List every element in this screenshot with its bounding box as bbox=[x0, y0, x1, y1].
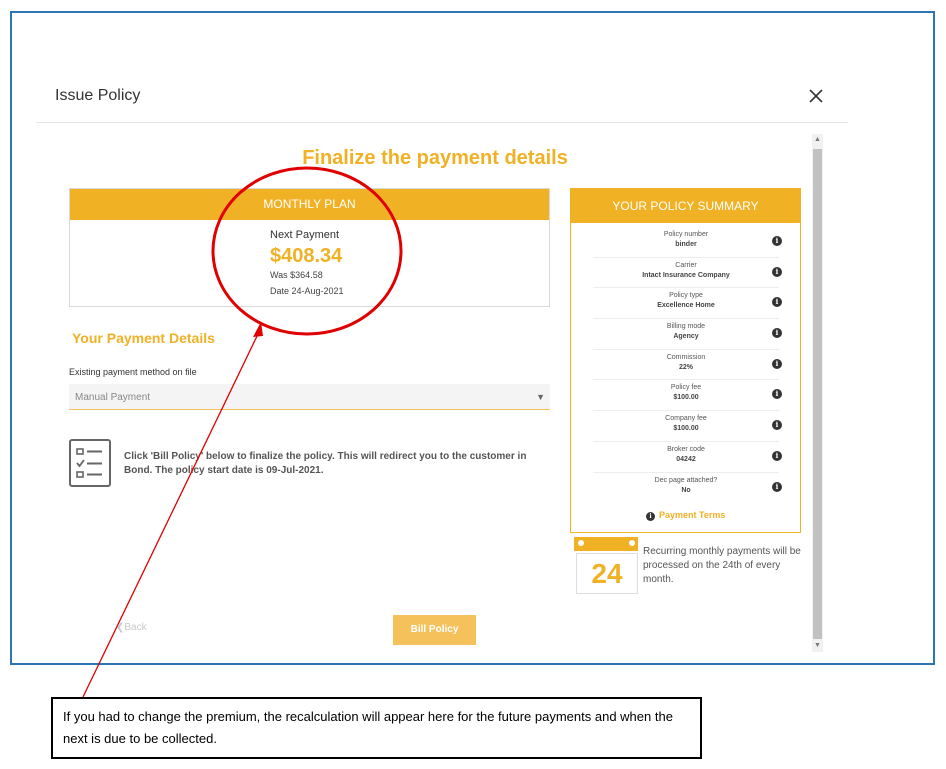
info-icon: i bbox=[646, 512, 655, 521]
back-button[interactable]: ❮Back bbox=[116, 622, 147, 633]
summary-row: Policy type Excellence Home i bbox=[593, 288, 782, 320]
payment-method-select[interactable]: Manual Payment ▼ bbox=[69, 384, 550, 410]
next-payment-amount: $408.34 bbox=[270, 245, 343, 267]
summary-row-label: Policy type bbox=[669, 292, 703, 300]
summary-row-label: Commission bbox=[666, 353, 706, 361]
info-icon[interactable]: i bbox=[772, 358, 782, 369]
payment-terms-link[interactable]: i Payment Terms bbox=[646, 510, 725, 521]
summary-row: Policy number binder i bbox=[593, 227, 782, 258]
annotation-callout: If you had to change the premium, the re… bbox=[51, 697, 702, 759]
checklist-icon bbox=[69, 439, 111, 487]
summary-row-label: Carrier bbox=[675, 261, 697, 269]
info-icon[interactable]: i bbox=[772, 481, 782, 492]
summary-row-label: Policy number bbox=[663, 231, 709, 238]
summary-row: Company fee $100.00 i bbox=[593, 411, 782, 442]
summary-row-label: Company fee bbox=[665, 415, 707, 423]
info-icon[interactable]: i bbox=[772, 328, 782, 339]
scroll-down-icon[interactable]: ▼ bbox=[814, 642, 821, 650]
summary-row-value: $100.00 bbox=[673, 394, 699, 402]
caret-down-icon: ▼ bbox=[536, 392, 545, 402]
summary-row: Carrier Intact Insurance Company i bbox=[593, 258, 782, 289]
calendar-day: 24 bbox=[576, 553, 638, 594]
bill-policy-button[interactable]: Bill Policy bbox=[393, 615, 476, 645]
payment-method-label: Existing payment method on file bbox=[69, 367, 197, 377]
page-heading: Finalize the payment details bbox=[302, 147, 568, 169]
calendar-ring bbox=[578, 540, 584, 546]
summary-row-value: binder bbox=[675, 241, 697, 248]
next-payment-label: Next Payment bbox=[270, 229, 340, 241]
summary-row-value: No bbox=[681, 486, 691, 494]
summary-row: Billing mode Agency i bbox=[593, 319, 782, 350]
scrollbar[interactable]: ▲ ▼ bbox=[812, 134, 823, 652]
scroll-up-icon[interactable]: ▲ bbox=[814, 136, 821, 144]
info-icon[interactable]: i bbox=[772, 450, 782, 461]
info-icon[interactable]: i bbox=[772, 266, 782, 277]
finalize-info-text: Click 'Bill Policy' below to finalize th… bbox=[124, 451, 527, 476]
monthly-plan-card: MONTHLY PLAN Next Payment $408.34 Was $3… bbox=[69, 188, 550, 307]
plan-header: MONTHLY PLAN bbox=[70, 189, 549, 220]
calendar-top bbox=[574, 537, 638, 551]
summary-row-value: 22% bbox=[678, 363, 693, 371]
summary-rows: Policy number binder i Carrier Intact In… bbox=[593, 227, 782, 504]
previous-amount: Was $364.58 bbox=[270, 270, 323, 280]
back-label: Back bbox=[124, 622, 147, 633]
policy-summary-card: YOUR POLICY SUMMARY Policy number binder… bbox=[570, 188, 801, 533]
info-icon[interactable]: i bbox=[772, 297, 782, 308]
summary-row-value: Excellence Home bbox=[657, 302, 715, 310]
close-button[interactable] bbox=[806, 86, 826, 106]
title-divider bbox=[36, 122, 848, 123]
summary-row-value: 04242 bbox=[676, 455, 696, 463]
dialog-title: Issue Policy bbox=[55, 87, 141, 104]
next-payment-date: Date 24-Aug-2021 bbox=[270, 286, 344, 296]
summary-row: Dec page attached? No i bbox=[593, 473, 782, 504]
info-icon[interactable]: i bbox=[772, 389, 782, 400]
recurring-payment-text: Recurring monthly payments will be proce… bbox=[643, 546, 801, 585]
calendar-ring bbox=[629, 540, 635, 546]
summary-row: Broker code 04242 i bbox=[593, 442, 782, 473]
summary-row: Commission 22% i bbox=[593, 350, 782, 381]
summary-row-value: $100.00 bbox=[673, 425, 699, 433]
summary-row-label: Dec page attached? bbox=[654, 476, 718, 484]
payment-terms-label: Payment Terms bbox=[659, 510, 726, 520]
summary-row-label: Billing mode bbox=[666, 323, 706, 331]
summary-header: YOUR POLICY SUMMARY bbox=[571, 189, 800, 223]
info-icon[interactable]: i bbox=[772, 420, 782, 431]
info-icon[interactable]: i bbox=[772, 236, 782, 246]
summary-row-label: Policy fee bbox=[670, 384, 702, 392]
summary-row-value: Agency bbox=[673, 333, 699, 341]
calendar-icon: 24 bbox=[574, 537, 638, 594]
payment-method-value: Manual Payment bbox=[75, 392, 151, 403]
summary-row-label: Broker code bbox=[667, 445, 705, 453]
payment-details-heading: Your Payment Details bbox=[72, 330, 215, 346]
summary-row: Policy fee $100.00 i bbox=[593, 380, 782, 412]
scroll-thumb[interactable] bbox=[813, 149, 822, 639]
summary-row-value: Intact Insurance Company bbox=[642, 271, 730, 279]
close-icon bbox=[809, 89, 823, 103]
